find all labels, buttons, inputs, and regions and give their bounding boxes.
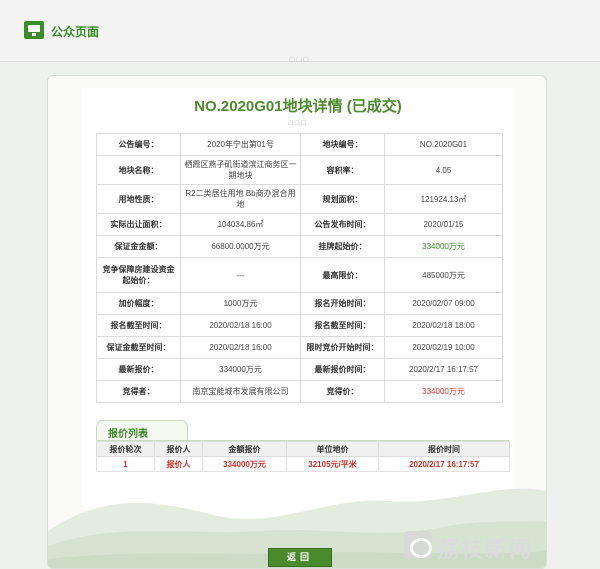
table-row: 竞得者： 南京宝能城市发展有限公司 竞得价： 334000万元	[96, 380, 503, 403]
increment-label: 加价幅度：	[96, 292, 181, 315]
table-row: 公告编号： 2020年宁出第01号 地块编号： NO.2020G01	[96, 133, 503, 156]
plot-name-value: 栖霞区燕子矶街道滨江商务区一期地块	[180, 155, 301, 185]
max-price-value: 485000万元	[384, 257, 503, 293]
latest-time-label: 最新报价时间：	[300, 358, 385, 381]
bid-list-tab-label: 报价列表	[108, 429, 148, 440]
latest-price-value: 334000万元	[180, 358, 301, 381]
table-row: 加价幅度： 1000万元 报名开始时间： 2020/02/07 09:00	[96, 292, 503, 315]
deposit-deadline-label: 保证金截至时间：	[96, 336, 181, 359]
bid-unit-price: 32105元/平米	[286, 456, 379, 472]
bid-time: 2020/2/17 16:17:57	[378, 456, 510, 472]
winner-label: 竞得者：	[96, 380, 181, 403]
back-button[interactable]: 返回	[268, 548, 332, 567]
bid-bidder: 报价人	[154, 456, 203, 472]
column-header: 报价人	[154, 441, 203, 457]
land-use-value: R2二类居住用地 Bb商办混合用地	[180, 184, 301, 214]
winning-price-label: 竞得价：	[300, 380, 385, 403]
bid-amount: 334000万元	[202, 456, 287, 472]
housing-fund-value: ---	[180, 257, 301, 293]
bid-list-table: 报价轮次 报价人 金额报价 单位地价 报价时间 1 报价人 334000万元 3…	[96, 441, 510, 472]
reg-start-value: 2020/02/07 09:00	[384, 292, 503, 315]
winning-price-value: 334000万元	[384, 380, 503, 403]
table-row: 报名截至时间： 2020/02/18 16:00 报名截至时间： 2020/02…	[96, 314, 503, 337]
announce-time-value: 2020/01/15	[384, 213, 503, 236]
table-header-row: 报价轮次 报价人 金额报价 单位地价 报价时间	[96, 441, 510, 457]
plot-name-label: 地块名称：	[96, 155, 181, 185]
plot-ratio-value: 4.05	[384, 155, 503, 185]
transfer-area-label: 实际出让面积：	[96, 213, 181, 236]
reg-start-label: 报名开始时间：	[300, 292, 385, 315]
limit-bid-start-value: 2020/02/19 10:00	[384, 336, 503, 359]
plot-no-label: 地块编号：	[300, 133, 385, 156]
plot-no-value: NO.2020G01	[384, 133, 503, 156]
page-section-title: 公众页面	[51, 25, 100, 39]
top-bar: 公众页面	[0, 0, 600, 62]
divider-dots: □□□	[289, 55, 311, 64]
page-title: NO.2020G01地块详情 (已成交)	[194, 98, 402, 115]
column-header: 报价时间	[378, 441, 510, 457]
detail-card: NO.2020G01地块详情 (已成交) □□□ 公告编号： 2020年宁出第0…	[47, 75, 547, 569]
deposit-label: 保证金金额：	[96, 235, 181, 258]
reg-deadline-value: 2020/02/18 16:00	[180, 314, 301, 337]
announce-time-label: 公告发布时间：	[300, 213, 385, 236]
land-use-label: 用地性质：	[96, 184, 181, 214]
table-row: 实际出让面积： 104034.86㎡ 公告发布时间： 2020/01/15	[96, 213, 503, 236]
winner-value: 南京宝能城市发展有限公司	[180, 380, 301, 403]
table-row: 最新报价： 334000万元 最新报价时间： 2020/2/17 16:17:5…	[96, 358, 503, 381]
housing-fund-label: 竞争保障房建设资金起始价：	[96, 257, 181, 293]
start-price-label: 挂牌起始价：	[300, 235, 385, 258]
reg-end-value: 2020/02/18 18:00	[384, 314, 503, 337]
transfer-area-value: 104034.86㎡	[180, 213, 301, 236]
monitor-icon	[24, 21, 44, 39]
reg-end-label: 报名截至时间：	[300, 314, 385, 337]
table-row: 保证金金额： 66800.0000万元 挂牌起始价： 334000万元	[96, 235, 503, 258]
title-divider-dots: □□□	[288, 120, 308, 127]
start-price-value: 334000万元	[384, 235, 503, 258]
watermark-text: 荔枝新闻	[437, 537, 534, 562]
table-row: 保证金截至时间： 2020/02/18 16:00 限时竞价开始时间： 2020…	[96, 336, 503, 359]
column-header: 金额报价	[202, 441, 287, 457]
latest-time-value: 2020/2/17 16:17:57	[384, 358, 503, 381]
column-header: 报价轮次	[96, 441, 155, 457]
table-row: 地块名称： 栖霞区燕子矶街道滨江商务区一期地块 容积率： 4.05	[96, 155, 503, 185]
deposit-deadline-value: 2020/02/18 16:00	[180, 336, 301, 359]
increment-value: 1000万元	[180, 292, 301, 315]
notice-no-value: 2020年宁出第01号	[180, 133, 301, 156]
planned-area-label: 规划面积：	[300, 184, 385, 214]
latest-price-label: 最新报价：	[96, 358, 181, 381]
bid-round: 1	[96, 456, 155, 472]
watermark: 荔枝新闻	[404, 527, 594, 565]
notice-no-label: 公告编号：	[96, 133, 181, 156]
table-row: 用地性质： R2二类居住用地 Bb商办混合用地 规划面积： 121924.13㎡	[96, 184, 503, 214]
reg-deadline-label: 报名截至时间：	[96, 314, 181, 337]
table-row: 竞争保障房建设资金起始价： --- 最高限价： 485000万元	[96, 257, 503, 293]
limit-bid-start-label: 限时竞价开始时间：	[300, 336, 385, 359]
tab-bid-list[interactable]: 报价列表	[96, 420, 188, 441]
deposit-value: 66800.0000万元	[180, 235, 301, 258]
plot-ratio-label: 容积率：	[300, 155, 385, 185]
column-header: 单位地价	[286, 441, 379, 457]
table-row: 1 报价人 334000万元 32105元/平米 2020/2/17 16:17…	[96, 456, 510, 472]
news-logo-icon	[404, 531, 432, 559]
planned-area-value: 121924.13㎡	[384, 184, 503, 214]
plot-info-table: 公告编号： 2020年宁出第01号 地块编号： NO.2020G01 地块名称：…	[96, 133, 503, 403]
max-price-label: 最高限价：	[300, 257, 385, 293]
